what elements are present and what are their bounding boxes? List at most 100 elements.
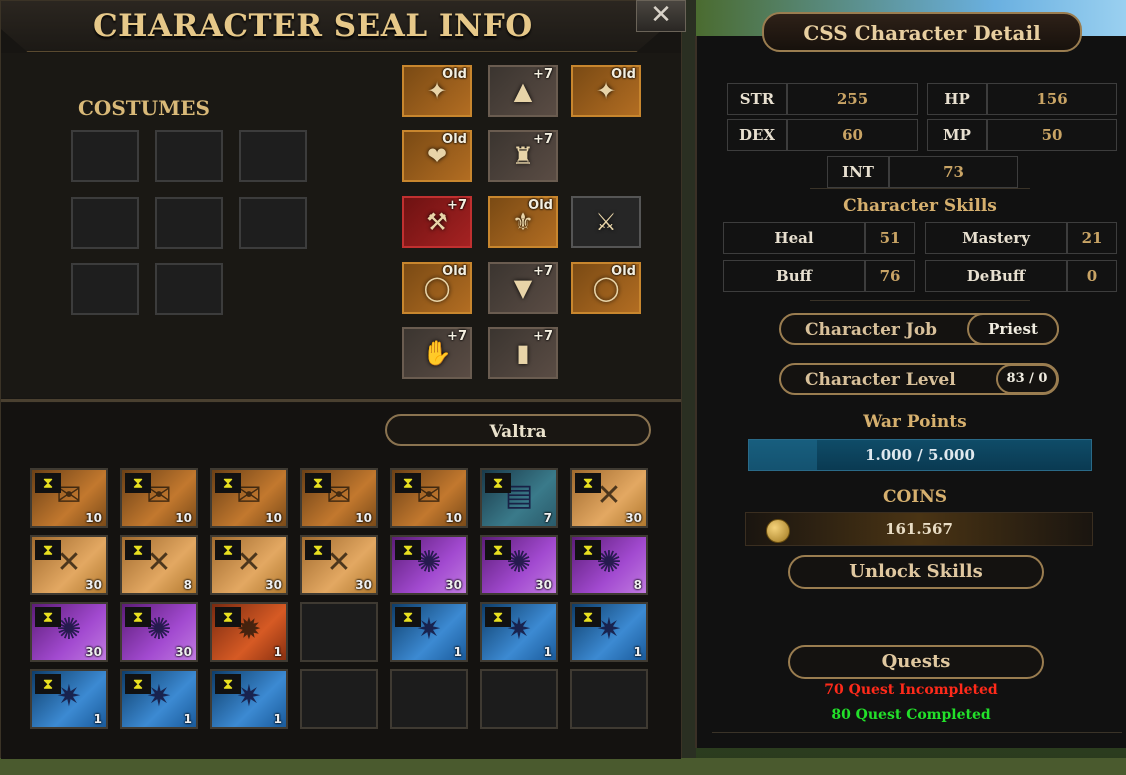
section-divider [1,399,681,402]
coins-heading: COINS [882,487,948,507]
inventory-slot[interactable]: ▤ ⧗ 7 [480,468,558,528]
inventory-slot-empty[interactable] [300,602,378,662]
inventory-slot[interactable]: ✉ ⧗ 10 [300,468,378,528]
item-quantity: 8 [183,578,192,592]
costume-slot[interactable] [155,130,223,182]
pants-icon: ▼ [513,274,533,302]
hourglass-icon: ⧗ [395,607,421,627]
inventory-slot[interactable]: ✷ ⧗ 1 [30,669,108,729]
equip-slot-pants[interactable]: ▼ +7 [488,262,558,314]
inventory-slot-empty[interactable] [570,669,648,729]
costume-slot[interactable] [71,263,139,315]
quest-completed-text: 80 Quest Completed [831,707,991,723]
mastery-value: 21 [1067,222,1117,254]
buff-label: Buff [723,260,865,292]
inventory-slot-empty[interactable] [300,669,378,729]
inventory-name-tab[interactable]: Valtra [385,414,651,446]
detail-title: CSS Character Detail [762,12,1082,52]
hourglass-icon: ⧗ [305,473,331,493]
equip-slot-ring-left[interactable]: ◯ Old [402,262,472,314]
debuff-value: 0 [1067,260,1117,292]
inventory-slot[interactable]: ✉ ⧗ 10 [30,468,108,528]
shield-icon: ⚔ [595,208,617,236]
equip-slot-boots[interactable]: ▮ +7 [488,327,558,379]
hourglass-icon: ⧗ [125,674,151,694]
divider-line [810,188,1030,189]
hourglass-icon: ⧗ [35,607,61,627]
inventory-slot[interactable]: ✉ ⧗ 10 [120,468,198,528]
inventory-slot[interactable]: ✕ ⧗ 30 [570,468,648,528]
inventory-slot[interactable]: ✷ ⧗ 1 [480,602,558,662]
hourglass-icon: ⧗ [485,540,511,560]
inventory-slot-empty[interactable] [480,669,558,729]
inventory-slot[interactable]: ✺ ⧗ 30 [390,535,468,595]
item-quantity: 30 [355,578,372,592]
equip-slot-earring-right[interactable]: ✦ Old [571,65,641,117]
item-quantity: 30 [535,578,552,592]
inventory-slot[interactable]: ✉ ⧗ 10 [390,468,468,528]
inventory-slot[interactable]: ✺ ⧗ 30 [120,602,198,662]
item-tag: +7 [447,198,467,213]
item-tag: +7 [533,132,553,147]
inventory-slot[interactable]: ✷ ⧗ 1 [570,602,648,662]
unlock-skills-button[interactable]: Unlock Skills [788,555,1044,589]
equip-slot-cape[interactable]: ▲ +7 [488,65,558,117]
hourglass-icon: ⧗ [35,540,61,560]
hourglass-icon: ⧗ [125,473,151,493]
inventory-slot[interactable]: ✹ ⧗ 1 [210,602,288,662]
quests-button[interactable]: Quests [788,645,1044,679]
quest-incompleted-text: 70 Quest Incompleted [824,682,998,698]
costume-slot[interactable] [239,130,307,182]
inventory-slot[interactable]: ✕ ⧗ 30 [210,535,288,595]
item-tag: Old [442,132,467,147]
inventory-slot[interactable]: ✕ ⧗ 30 [30,535,108,595]
equip-slot-gloves[interactable]: ✋ +7 [402,327,472,379]
item-quantity: 1 [183,712,192,726]
inventory-slot[interactable]: ✷ ⧗ 1 [390,602,468,662]
weapon-icon: ⚒ [426,208,448,236]
chest-armor-icon: ♜ [512,142,534,170]
equip-slot-shield[interactable]: ⚔ [571,196,641,248]
equip-slot-chest-armor[interactable]: ♜ +7 [488,130,558,182]
divider-line [810,300,1030,301]
costume-slot[interactable] [155,263,223,315]
boots-icon: ▮ [516,339,530,367]
job-label: Character Job [805,320,938,340]
inventory-slot[interactable]: ✺ ⧗ 30 [30,602,108,662]
hp-value: 156 [987,83,1117,115]
mastery-label: Mastery [925,222,1067,254]
inventory-slot-empty[interactable] [390,669,468,729]
equip-slot-belt[interactable]: ⚜ Old [488,196,558,248]
close-button[interactable]: ✕ [636,0,686,32]
equip-slot-necklace[interactable]: ❤ Old [402,130,472,182]
inventory-slot[interactable]: ✕ ⧗ 30 [300,535,378,595]
costume-slot[interactable] [71,197,139,249]
panel-title: CHARACTER SEAL INFO [93,8,533,44]
inventory-slot[interactable]: ✉ ⧗ 10 [210,468,288,528]
item-tag: Old [611,264,636,279]
debuff-label: DeBuff [925,260,1067,292]
item-tag: +7 [533,67,553,82]
hourglass-icon: ⧗ [215,540,241,560]
item-quantity: 30 [625,511,642,525]
item-quantity: 10 [265,511,282,525]
costume-slot[interactable] [155,197,223,249]
item-tag: Old [611,67,636,82]
equip-slot-ring-right[interactable]: ◯ Old [571,262,641,314]
cape-icon: ▲ [513,77,533,105]
war-points-text: 1.000 / 5.000 [865,446,975,464]
item-quantity: 10 [355,511,372,525]
costume-slot[interactable] [71,130,139,182]
equip-slot-earring-left[interactable]: ✦ Old [402,65,472,117]
job-value: Priest [967,313,1059,345]
inventory-slot[interactable]: ✕ ⧗ 8 [120,535,198,595]
hourglass-icon: ⧗ [215,674,241,694]
costume-slot[interactable] [239,197,307,249]
hourglass-icon: ⧗ [35,473,61,493]
inventory-slot[interactable]: ✷ ⧗ 1 [210,669,288,729]
inventory-slot[interactable]: ✺ ⧗ 30 [480,535,558,595]
inventory-slot[interactable]: ✷ ⧗ 1 [120,669,198,729]
hourglass-icon: ⧗ [125,607,151,627]
inventory-slot[interactable]: ✺ ⧗ 8 [570,535,648,595]
equip-slot-weapon[interactable]: ⚒ +7 [402,196,472,248]
